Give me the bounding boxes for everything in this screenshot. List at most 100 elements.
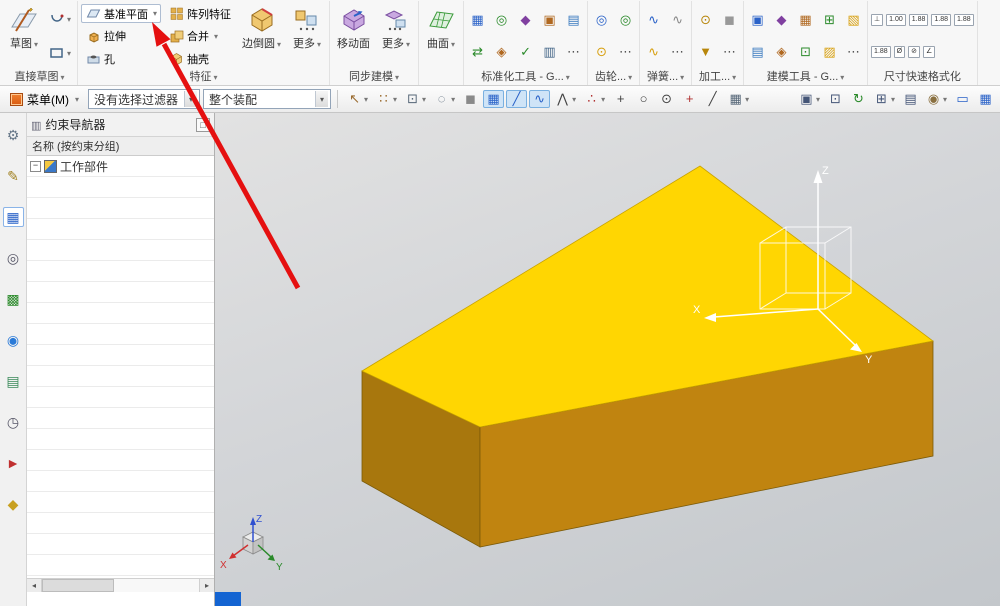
circle-snap-icon[interactable]: ○ (633, 90, 654, 108)
view-palette-icon[interactable]: ▤ (3, 371, 24, 391)
group-footer-machining[interactable]: 加工... (695, 70, 740, 85)
orient-sphere-icon[interactable]: ◉ (923, 90, 950, 108)
machining-more-icon[interactable]: ⋯ (719, 43, 740, 61)
dim-chip-188b-icon[interactable]: 1.88 (931, 14, 951, 26)
spring-more-icon[interactable]: ⋯ (667, 43, 688, 61)
group-footer-sync-modeling[interactable]: 同步建模 (333, 70, 415, 85)
midpoint-snap-icon[interactable]: + (610, 90, 631, 108)
selection-scope-dropdown[interactable]: 整个装配▾ (203, 89, 331, 109)
slash-snap-icon[interactable]: ╱ (702, 90, 723, 108)
dim-diameter-icon[interactable]: Ø (894, 46, 905, 58)
polyline-snap-icon[interactable]: ⋀ (552, 90, 579, 108)
dim-perpendicular-icon[interactable]: ⊥ (871, 14, 883, 26)
work-part-row[interactable]: 工作部件 (27, 156, 214, 177)
scene-3d[interactable]: Z X Y Z X (215, 113, 1000, 606)
model-tool-plus-icon[interactable]: ⊞ (819, 11, 840, 29)
layout-grid-icon[interactable]: ⊞ (871, 90, 898, 108)
part-navigator-icon[interactable]: ▩ (3, 289, 24, 309)
model-tool-hatch-icon[interactable]: ▧ (843, 11, 864, 29)
spline-tool-icon[interactable] (46, 10, 74, 28)
spring-gray-icon[interactable]: ∿ (667, 11, 688, 29)
model-tool-grid-icon[interactable]: ▦ (795, 11, 816, 29)
roles-gear-icon[interactable]: ⚙ (3, 125, 24, 145)
graphics-viewport[interactable]: Z X Y Z X (215, 113, 1000, 606)
select-arrow-icon[interactable]: ↖ (344, 90, 371, 108)
selection-filter-dropdown[interactable]: 没有选择过滤器▾ (88, 89, 200, 109)
shell-button[interactable]: 抽壳 (164, 49, 235, 68)
dim-chip-188a-icon[interactable]: 1.88 (909, 14, 929, 26)
history-clock-icon[interactable]: ◷ (3, 412, 24, 432)
part-family-icon[interactable]: ▣ (539, 11, 560, 29)
scrollbar-thumb[interactable] (42, 579, 114, 592)
fit-view-icon[interactable]: ⊡ (825, 90, 846, 108)
gear-pair-icon[interactable]: ◎ (491, 11, 512, 29)
group-footer-std-tools[interactable]: 标准化工具 - G... (467, 70, 584, 85)
snap-cube-icon[interactable]: ▦ (483, 90, 504, 108)
group-footer-gear[interactable]: 齿轮... (591, 70, 636, 85)
grid-snap-icon[interactable]: ▦ (725, 90, 752, 108)
dim-angle-icon[interactable]: ∠ (923, 46, 935, 58)
hole-button[interactable]: 孔 (81, 49, 161, 68)
tree-collapse-icon[interactable] (30, 161, 41, 172)
curve-snap-icon[interactable]: ∿ (529, 90, 550, 108)
model-tool-gem-icon[interactable]: ◈ (771, 43, 792, 61)
reuse-library-icon[interactable]: ◉ (3, 330, 24, 350)
model-tool-box-icon[interactable]: ⊡ (795, 43, 816, 61)
model-tool-diamond-icon[interactable]: ◆ (771, 11, 792, 29)
move-face-button[interactable]: 移动面 (333, 2, 374, 70)
spring-yellow-icon[interactable]: ∿ (643, 43, 664, 61)
solid-block[interactable] (362, 166, 933, 547)
sketch-button[interactable]: 草图 (5, 2, 43, 70)
group-footer-direct-sketch[interactable]: 直接草图 (5, 70, 74, 85)
check-tool-icon[interactable]: ✓ (515, 43, 536, 61)
more-feature-button[interactable]: 更多 (288, 2, 326, 70)
std-more-icon[interactable]: ⋯ (563, 43, 584, 61)
refresh-view-icon[interactable]: ↻ (848, 90, 869, 108)
assembly-navigator-icon[interactable]: ▦ (3, 207, 24, 227)
group-footer-feature[interactable]: 特征 (81, 70, 326, 85)
gear-green-icon[interactable]: ◎ (615, 11, 636, 29)
model-tool-block-icon[interactable]: ▣ (747, 11, 768, 29)
tools-diamond-icon[interactable]: ◆ (3, 494, 24, 514)
line-snap-icon[interactable]: ╱ (506, 90, 527, 108)
menu-button[interactable]: 菜单(M) (4, 88, 85, 110)
group-footer-modeling-tools[interactable]: 建模工具 - G... (747, 70, 864, 85)
model-tool-rows-icon[interactable]: ▤ (747, 43, 768, 61)
display-monitor-icon[interactable]: ▭ (952, 90, 973, 108)
gear-more-icon[interactable]: ⋯ (615, 43, 636, 61)
gc-toolbox-icon[interactable]: ▦ (467, 11, 488, 29)
gear-yellow-icon[interactable]: ⊙ (591, 43, 612, 61)
unite-button[interactable]: 合并 (164, 27, 235, 46)
rect-select-icon[interactable]: ⊡ (402, 90, 429, 108)
stock-block-icon[interactable]: ◼ (719, 11, 740, 29)
command-finder-icon[interactable]: ▦ (975, 90, 996, 108)
edge-blend-button[interactable]: 边倒圆 (238, 2, 285, 70)
lasso-select-icon[interactable]: ◌ (431, 90, 458, 108)
purple-tool-icon[interactable]: ◆ (515, 11, 536, 29)
dim-chip-188c-icon[interactable]: 1.88 (954, 14, 974, 26)
point-cluster-snap-icon[interactable]: ∴ (581, 90, 608, 108)
pattern-feature-button[interactable]: 阵列特征 (164, 4, 235, 23)
list-tool-icon[interactable]: ▤ (563, 11, 584, 29)
mill-gear-icon[interactable]: ⊙ (695, 11, 716, 29)
model-tool-shade-icon[interactable]: ▨ (819, 43, 840, 61)
gesture-select-icon[interactable]: ∷ (373, 90, 400, 108)
panel-undock-button[interactable] (196, 118, 210, 132)
scroll-right-button[interactable] (199, 579, 214, 592)
datum-plane-button[interactable]: 基准平面 (81, 4, 161, 23)
center-snap-icon[interactable]: ⊙ (656, 90, 677, 108)
surface-button[interactable]: 曲面 (422, 2, 460, 70)
group-footer-spring[interactable]: 弹簧... (643, 70, 688, 85)
column-header[interactable]: 名称 (按约束分组) (27, 137, 214, 156)
rectangle-tool-icon[interactable] (46, 44, 74, 62)
scrollbar-track[interactable] (42, 579, 199, 592)
group-footer-dim-format[interactable]: 尺寸快速格式化 (871, 70, 974, 85)
more-sync-button[interactable]: 更多 (377, 2, 415, 70)
shaded-cube-icon[interactable]: ◼ (460, 90, 481, 108)
cross-snap-icon[interactable]: + (679, 90, 700, 108)
attribute-tool-icon[interactable]: ◈ (491, 43, 512, 61)
extrude-button[interactable]: 拉伸 (81, 27, 161, 46)
process-arrow-icon[interactable]: ► (3, 453, 24, 473)
dim-chip-100-icon[interactable]: 1.00 (886, 14, 906, 26)
dim-no-diameter-icon[interactable]: ⊘ (908, 46, 920, 58)
